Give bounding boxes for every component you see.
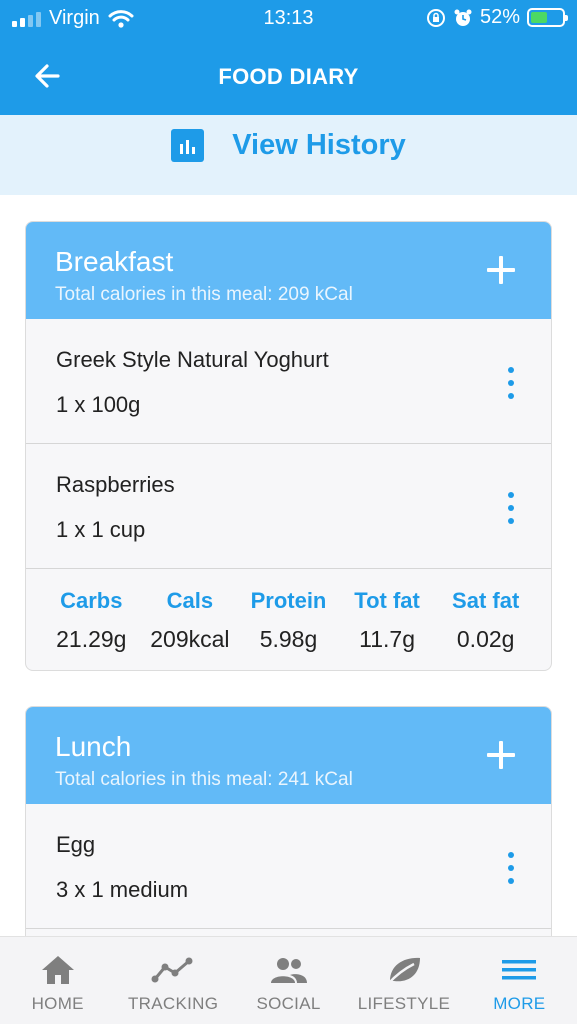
meal-header: Lunch Total calories in this meal: 241 k… — [26, 707, 551, 804]
food-quantity: 1 x 100g — [56, 392, 141, 417]
nutrition-cals: Cals 209kcal — [141, 569, 240, 670]
nutrition-value: 11.7g — [359, 626, 415, 652]
meal-calories: Total calories in this meal: 209 kCal — [55, 284, 353, 305]
nutrition-label: Carbs — [60, 588, 123, 613]
meal-name: Lunch — [55, 731, 132, 762]
bottom-tab-bar: HOME TRACKING SOCIAL LIFESTYLE MORE — [0, 936, 577, 1024]
nutrition-total-fat: Tot fat 11.7g — [338, 569, 437, 670]
menu-icon — [502, 960, 537, 980]
people-icon — [270, 958, 307, 983]
page-title: FOOD DIARY — [218, 64, 359, 89]
leaf-icon — [387, 957, 420, 985]
meal-calories: Total calories in this meal: 241 kCal — [55, 769, 353, 790]
nutrition-value: 0.02g — [456, 626, 515, 652]
tab-home[interactable]: HOME — [0, 937, 115, 1024]
nutrition-label: Sat fat — [452, 588, 520, 613]
nutrition-value: 21.29g — [56, 626, 127, 652]
status-right: 52% — [426, 6, 568, 29]
view-history-label: View History — [232, 129, 406, 161]
food-item[interactable]: Raspberries 1 x 1 cup — [26, 444, 551, 569]
nutrition-label: Cals — [166, 588, 214, 613]
nutrition-sat-fat: Sat fat 0.02g — [436, 569, 535, 670]
alarm-icon — [454, 9, 472, 26]
more-options-icon[interactable] — [501, 367, 521, 399]
food-name: Raspberries — [56, 472, 175, 497]
food-item[interactable]: Egg 3 x 1 medium — [26, 804, 551, 929]
battery-icon — [527, 8, 568, 27]
nutrition-label: Protein — [250, 588, 327, 613]
food-name: Egg — [56, 832, 96, 857]
trend-line-icon — [151, 957, 193, 983]
battery-percent: 52% — [479, 6, 520, 28]
food-quantity: 3 x 1 medium — [56, 877, 189, 902]
meal-card-breakfast: Breakfast Total calories in this meal: 2… — [25, 221, 552, 671]
meal-name: Breakfast — [55, 246, 174, 277]
food-name: Greek Style Natural Yoghurt — [56, 347, 329, 372]
status-bar: Virgin 13:13 52% — [0, 0, 577, 38]
tab-lifestyle[interactable]: LIFESTYLE — [346, 937, 461, 1024]
tab-label: TRACKING — [127, 994, 219, 1013]
tab-tracking[interactable]: TRACKING — [115, 937, 230, 1024]
tab-label: SOCIAL — [256, 994, 321, 1013]
tab-more[interactable]: MORE — [462, 937, 577, 1024]
home-icon — [41, 956, 74, 984]
food-quantity: 1 x 1 cup — [56, 517, 146, 542]
food-item[interactable]: Greek Style Natural Yoghurt 1 x 100g — [26, 319, 551, 444]
rotation-lock-icon — [426, 8, 445, 27]
add-food-button[interactable] — [483, 252, 519, 288]
nutrition-summary: Carbs 21.29g Cals 209kcal Protein 5.98g … — [26, 569, 551, 670]
nutrition-carbs: Carbs 21.29g — [42, 569, 141, 670]
tab-label: MORE — [493, 994, 546, 1013]
tab-social[interactable]: SOCIAL — [231, 937, 346, 1024]
nutrition-protein: Protein 5.98g — [239, 569, 338, 670]
more-options-icon[interactable] — [501, 852, 521, 884]
nutrition-value: 209kcal — [150, 626, 230, 652]
nutrition-value: 5.98g — [259, 626, 318, 652]
tab-label: LIFESTYLE — [357, 994, 451, 1013]
bar-chart-icon — [171, 129, 205, 162]
nutrition-label: Tot fat — [354, 588, 420, 613]
add-food-button[interactable] — [483, 737, 519, 773]
app-header: FOOD DIARY — [0, 38, 577, 115]
meal-header: Breakfast Total calories in this meal: 2… — [26, 222, 551, 319]
tab-label: HOME — [31, 994, 84, 1013]
more-options-icon[interactable] — [501, 492, 521, 524]
view-history-button[interactable]: View History — [0, 115, 577, 195]
